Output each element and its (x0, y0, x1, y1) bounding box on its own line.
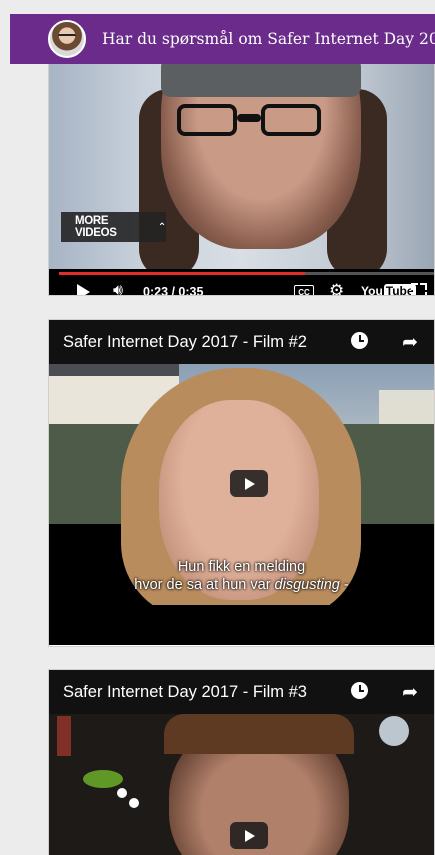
fullscreen-icon[interactable] (411, 283, 427, 295)
play-button[interactable] (230, 822, 268, 849)
subtitle-text: Hun fikk en melding hvor de sa at hun va… (134, 559, 349, 593)
video-card-3: Safer Internet Day 2017 - Film #3 ➦ (48, 669, 435, 855)
watch-later-icon[interactable] (351, 682, 368, 699)
youtube-logo[interactable]: You Tube (361, 284, 416, 295)
player-controls: 🔊︎ 0:23 / 0:35 CC ⚙︎ You Tube (49, 269, 434, 296)
share-icon[interactable]: ➦ (402, 331, 418, 354)
video-title-bar: Safer Internet Day 2017 - Film #2 ➦ (49, 320, 434, 364)
time-display: 0:23 / 0:35 (143, 285, 204, 296)
more-videos-button[interactable]: MORE VIDEOS ⌃ (61, 212, 166, 242)
share-icon[interactable]: ➦ (402, 681, 418, 704)
gear-icon[interactable]: ⚙︎ (329, 281, 344, 295)
video-player-1[interactable]: MORE VIDEOS ⌃ (49, 29, 434, 269)
chevron-up-icon: ⌃ (157, 221, 166, 233)
video-card-1: MORE VIDEOS ⌃ 🔊︎ 0:23 / 0:35 CC ⚙︎ You Tu… (48, 28, 435, 296)
play-icon[interactable] (77, 284, 90, 295)
avatar (48, 20, 86, 58)
question-banner[interactable]: Har du spørsmål om Safer Internet Day 20… (10, 14, 435, 64)
banner-text: Har du spørsmål om Safer Internet Day 20… (102, 30, 435, 48)
play-button[interactable] (230, 470, 268, 497)
progress-bar[interactable] (59, 272, 434, 275)
video-title[interactable]: Safer Internet Day 2017 - Film #2 (63, 333, 307, 352)
video-player-2[interactable]: Safer Internet Day 2017 - Film #2 ➦ Hun … (49, 320, 434, 608)
video-title[interactable]: Safer Internet Day 2017 - Film #3 (63, 683, 307, 702)
progress-fill (59, 272, 306, 275)
watch-later-icon[interactable] (351, 332, 368, 349)
video-card-2: Safer Internet Day 2017 - Film #2 ➦ Hun … (48, 319, 435, 647)
captions-button[interactable]: CC (294, 285, 314, 295)
video-title-bar: Safer Internet Day 2017 - Film #3 ➦ (49, 670, 434, 714)
video-player-3[interactable]: Safer Internet Day 2017 - Film #3 ➦ (49, 670, 434, 855)
volume-icon[interactable]: 🔊︎ (113, 282, 123, 295)
